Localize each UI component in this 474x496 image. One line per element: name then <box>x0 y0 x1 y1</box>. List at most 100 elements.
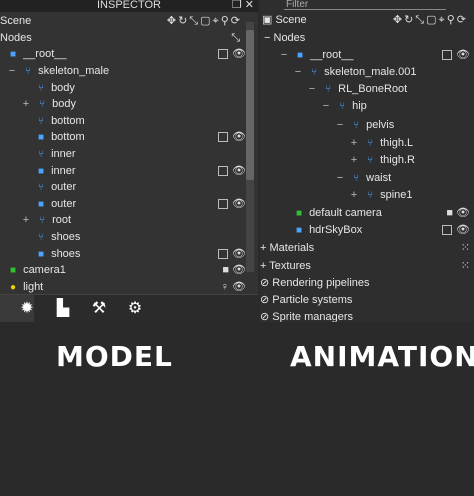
tree-row[interactable]: ■ inner 👁 <box>34 163 246 179</box>
debug-bug-icon[interactable]: ✹ <box>10 295 44 322</box>
tree-row[interactable]: + ⑂ thigh.R <box>348 152 470 168</box>
scale-icon[interactable]: ⤡ <box>189 15 200 27</box>
eye-icon[interactable]: 👁 <box>232 281 246 293</box>
bounding-box-icon[interactable]: ▢ <box>426 14 438 26</box>
tree-row[interactable]: + ⑂ spine1 <box>348 187 470 203</box>
tree-row-skeleton[interactable]: − ⑂ skeleton_male.001 <box>292 64 470 80</box>
collapse-icon[interactable]: − <box>264 32 270 44</box>
settings-gear-icon[interactable]: ⚙ <box>118 295 152 322</box>
eye-icon[interactable]: 👁 <box>232 198 246 210</box>
nodes-header[interactable]: Nodes ⤡ <box>0 29 246 47</box>
bounding-box-icon[interactable]: ▢ <box>200 15 212 27</box>
collapse-icon[interactable]: − <box>292 64 304 80</box>
scene-header[interactable]: Scene ✥↻⤡▢⌖⚲⟳ <box>0 12 246 30</box>
move-icon[interactable]: ✥ <box>393 14 404 26</box>
checkbox-icon[interactable] <box>218 132 229 143</box>
crosshair-icon[interactable]: ⌖ <box>439 14 447 26</box>
bone-icon: ⑂ <box>353 173 360 184</box>
section-rendering-pipelines[interactable]: ⊘ Rendering pipelines <box>260 275 470 291</box>
expand-icon[interactable]: + <box>348 135 360 151</box>
rotate-icon[interactable]: ↻ <box>404 14 415 26</box>
tree-row[interactable]: ⑂ body <box>34 80 246 96</box>
eye-icon[interactable]: 👁 <box>232 264 246 276</box>
eye-icon[interactable]: 👁 <box>232 48 246 60</box>
tree-row-skybox[interactable]: ■ hdrSkyBox 👁 <box>292 222 470 238</box>
tree-row[interactable]: ⑂ shoes <box>34 229 246 245</box>
section-materials[interactable]: + Materials ⁙ <box>260 240 470 256</box>
video-camera-icon[interactable]: ■ <box>446 207 453 219</box>
tree-row[interactable]: − ⑂ waist <box>334 170 470 186</box>
collapse-all-icon[interactable]: ⤡ <box>231 29 242 47</box>
collapse-icon[interactable]: − <box>6 63 18 79</box>
tools-wrench-icon[interactable]: ⚒ <box>82 295 116 322</box>
expand-icon[interactable]: + <box>348 152 360 168</box>
move-icon[interactable]: ✥ <box>167 15 178 27</box>
inspector-panel: INSPECTOR ❐ ✕ Scene ✥↻⤡▢⌖⚲⟳ Nodes ⤡ ■ __… <box>0 0 258 322</box>
eye-icon[interactable]: 👁 <box>232 248 246 260</box>
refresh-icon[interactable]: ⟳ <box>231 15 242 27</box>
tree-row[interactable]: + ⑂ root <box>20 212 246 228</box>
rotate-icon[interactable]: ↻ <box>178 15 189 27</box>
section-sprite-managers[interactable]: ⊘ Sprite managers <box>260 309 470 322</box>
eye-icon[interactable]: 👁 <box>456 224 470 236</box>
checkbox-icon[interactable] <box>218 49 229 60</box>
tree-row[interactable]: ⑂ bottom <box>34 113 246 129</box>
video-camera-icon[interactable]: ■ <box>222 264 229 276</box>
tree-row-camera[interactable]: ■ default camera ■ 👁 <box>292 205 470 221</box>
tree-row[interactable]: − ⑂ pelvis <box>334 117 470 133</box>
crosshair-icon[interactable]: ⌖ <box>213 15 221 27</box>
tree-row[interactable]: + ⑂ body <box>20 96 246 112</box>
eye-icon[interactable]: 👁 <box>456 207 470 219</box>
statistics-chart-icon[interactable]: ▙ <box>46 295 80 322</box>
checkbox-icon[interactable] <box>442 50 453 61</box>
checkbox-icon[interactable] <box>218 249 229 260</box>
checkbox-icon[interactable] <box>218 199 229 210</box>
refresh-icon[interactable]: ⟳ <box>457 14 468 26</box>
expand-icon[interactable]: + <box>260 260 266 272</box>
section-particle-systems[interactable]: ⊘ Particle systems <box>260 292 470 308</box>
expand-icon[interactable]: + <box>260 242 266 254</box>
tree-row-camera[interactable]: ■ camera1 ■ 👁 <box>6 262 246 278</box>
scrollbar[interactable] <box>246 22 254 272</box>
eye-icon[interactable]: 👁 <box>232 131 246 143</box>
tree-row[interactable]: − ⑂ RL_BoneRoot <box>306 81 470 97</box>
collapse-icon[interactable]: − <box>306 81 318 97</box>
pin-icon[interactable]: ⚲ <box>221 15 231 27</box>
collapse-icon[interactable]: − <box>334 170 346 186</box>
tree-row[interactable]: ■ bottom 👁 <box>34 129 246 145</box>
checkbox-icon[interactable] <box>442 225 453 236</box>
scene-header[interactable]: ▣ Scene ✥↻⤡▢⌖⚲⟳ <box>262 11 472 29</box>
mesh-icon: ■ <box>37 166 45 177</box>
pin-icon[interactable]: ⚲ <box>447 14 457 26</box>
checkbox-icon[interactable] <box>218 166 229 177</box>
tree-row-light[interactable]: ● light ♀ 👁 <box>6 279 246 295</box>
tree-row-root[interactable]: ■ __root__ 👁 <box>6 46 246 62</box>
scale-icon[interactable]: ⤡ <box>415 14 426 26</box>
popout-icon[interactable]: ❐ <box>232 0 242 11</box>
tree-row[interactable]: − ⑂ hip <box>320 98 470 114</box>
nodes-header[interactable]: − Nodes <box>264 29 470 47</box>
scrollbar-thumb[interactable] <box>246 30 254 180</box>
collapse-icon[interactable]: − <box>278 47 290 63</box>
tree-row[interactable]: ⑂ inner <box>34 146 246 162</box>
eye-icon[interactable]: 👁 <box>456 49 470 61</box>
tree-row[interactable]: ■ outer 👁 <box>34 196 246 212</box>
tree-row-skeleton[interactable]: − ⑂ skeleton_male <box>6 63 246 79</box>
tree-row[interactable]: + ⑂ thigh.L <box>348 135 470 151</box>
collapse-icon[interactable]: − <box>320 98 332 114</box>
tree-row[interactable]: ⑂ outer <box>34 179 246 195</box>
filter-input[interactable]: Filter <box>284 0 446 10</box>
nodes-label: Nodes <box>0 32 32 44</box>
collapse-icon[interactable]: − <box>334 117 346 133</box>
expand-icon[interactable]: + <box>20 212 32 228</box>
bulb-icon[interactable]: ♀ <box>221 281 229 293</box>
grid-icon[interactable]: ⁙ <box>461 258 470 274</box>
eye-icon[interactable]: 👁 <box>232 165 246 177</box>
expand-icon[interactable]: + <box>348 187 360 203</box>
tree-row[interactable]: ■ shoes 👁 <box>34 246 246 262</box>
expand-icon[interactable]: + <box>20 96 32 112</box>
grid-icon[interactable]: ⁙ <box>461 240 470 256</box>
tree-row-root[interactable]: − ■ __root__ 👁 <box>278 47 470 63</box>
section-textures[interactable]: + Textures ⁙ <box>260 258 470 274</box>
close-icon[interactable]: ✕ <box>245 0 254 11</box>
